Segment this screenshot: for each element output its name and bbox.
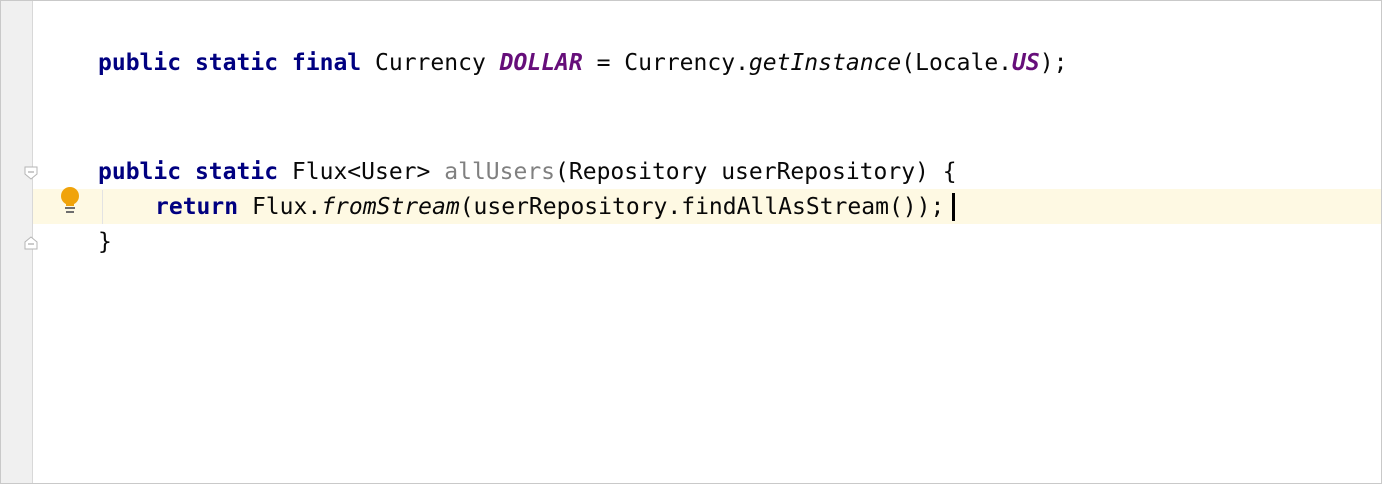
return-type: Flux<User>: [291, 159, 431, 185]
static-method: fromStream: [321, 194, 460, 220]
code-text: (Locale.: [901, 50, 1013, 76]
keyword: final: [291, 50, 362, 76]
code-line-3[interactable]: return Flux.fromStream(userRepository.fi…: [155, 190, 944, 224]
fold-end-icon[interactable]: [24, 236, 38, 250]
lightbulb-icon[interactable]: [57, 186, 83, 216]
fold-start-icon[interactable]: [24, 166, 38, 180]
code-line-2[interactable]: public static Flux<User> allUsers(Reposi…: [98, 155, 957, 189]
code-editor[interactable]: public static final Currency DOLLAR = Cu…: [0, 0, 1382, 484]
static-method: getInstance: [748, 50, 902, 76]
static-field: DOLLAR: [499, 50, 583, 76]
method-name-unused: allUsers: [444, 159, 556, 185]
keyword: static: [194, 159, 279, 185]
code-text: );: [1039, 50, 1068, 76]
text-caret: [952, 193, 955, 221]
keyword: public: [98, 159, 182, 185]
closing-brace: }: [98, 229, 112, 255]
code-text: (userRepository.findAllAsStream());: [459, 194, 945, 220]
indent-guide: [102, 190, 103, 224]
keyword: static: [194, 50, 279, 76]
code-line-1[interactable]: public static final Currency DOLLAR = Cu…: [98, 46, 1067, 80]
code-text: (Repository userRepository) {: [555, 159, 957, 185]
keyword: return: [155, 194, 239, 220]
code-text: Flux.: [251, 194, 322, 220]
code-text: = Currency.: [582, 50, 749, 76]
keyword: public: [98, 50, 182, 76]
code-line-4[interactable]: }: [98, 225, 112, 259]
static-field: US: [1012, 50, 1040, 76]
type-name: Currency: [375, 50, 486, 76]
